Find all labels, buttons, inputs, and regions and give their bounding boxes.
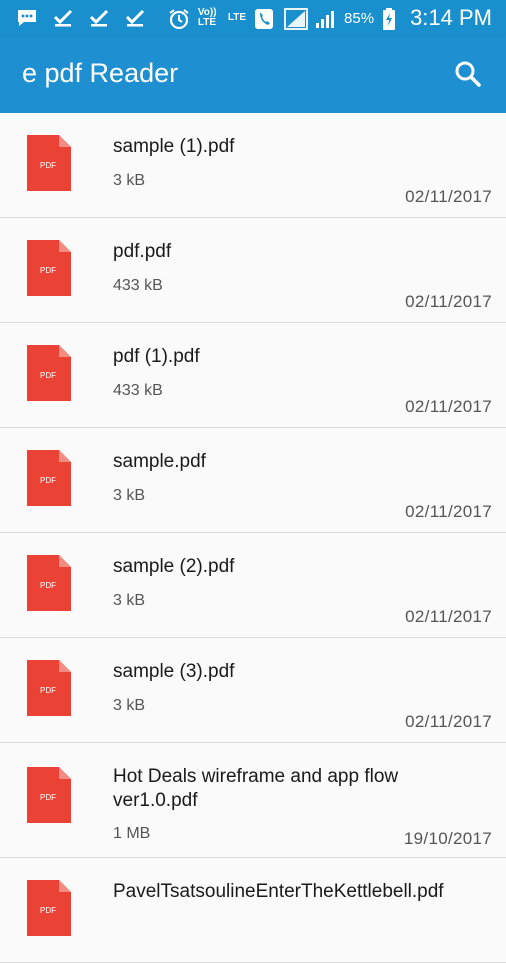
clock: 3:14 PM (410, 5, 492, 30)
app-bar: e pdf Reader (0, 36, 506, 113)
file-size: 433 kB (113, 277, 163, 294)
svg-text:PDF: PDF (40, 906, 56, 915)
svg-text:PDF: PDF (40, 161, 56, 170)
svg-text:PDF: PDF (40, 793, 56, 802)
file-name: sample (3).pdf (113, 661, 235, 682)
file-size: 433 kB (113, 382, 163, 399)
file-date: 02/11/2017 (405, 502, 492, 521)
svg-text:PDF: PDF (40, 686, 56, 695)
search-icon (455, 61, 481, 87)
volte-indicator: Vo)) LTE (197, 7, 217, 28)
file-size: 3 kB (113, 487, 146, 504)
file-list: PDF sample (1).pdf 3 kB 02/11/2017 PDF p… (0, 113, 506, 963)
file-item[interactable]: PDF sample (3).pdf 3 kB 02/11/2017 (0, 638, 506, 743)
download-done-icon (52, 8, 74, 28)
download-done-icon (88, 8, 110, 28)
pdf-file-icon: PDF (27, 767, 71, 823)
file-item[interactable]: PDF sample (2).pdf 3 kB 02/11/2017 (0, 533, 506, 638)
file-date: 02/11/2017 (405, 607, 492, 626)
pdf-file-icon: PDF (27, 450, 71, 506)
search-button[interactable] (452, 58, 484, 90)
file-name: pdf (1).pdf (113, 346, 200, 367)
pdf-file-icon: PDF (27, 660, 71, 716)
file-date: 02/11/2017 (405, 397, 492, 416)
pdf-file-icon: PDF (27, 345, 71, 401)
file-size: 3 kB (113, 172, 146, 189)
lte-indicator: LTE (227, 12, 247, 23)
file-name: sample (1).pdf (113, 136, 235, 157)
file-name: Hot Deals wireframe and app flow ver1.0.… (113, 766, 399, 811)
svg-text:PDF: PDF (40, 266, 56, 275)
svg-text:PDF: PDF (40, 371, 56, 380)
svg-text:PDF: PDF (40, 476, 56, 485)
message-icon (16, 8, 38, 28)
file-size: 3 kB (113, 697, 146, 714)
call-icon (254, 8, 276, 29)
file-item[interactable]: PDF pdf.pdf 433 kB 02/11/2017 (0, 218, 506, 323)
cell-signal-icon (314, 8, 336, 28)
file-size: 1 MB (113, 825, 151, 842)
file-date: 02/11/2017 (405, 187, 492, 206)
file-date: 02/11/2017 (405, 712, 492, 731)
pdf-file-icon: PDF (27, 880, 71, 936)
svg-text:PDF: PDF (40, 581, 56, 590)
file-size: 3 kB (113, 592, 146, 609)
wifi-signal-icon (284, 8, 308, 30)
file-item[interactable]: PDF PavelTsatsoulineEnterTheKettlebell.p… (0, 858, 506, 963)
file-date: 19/10/2017 (403, 829, 492, 848)
alarm-icon (168, 8, 190, 30)
file-name: pdf.pdf (113, 241, 172, 262)
file-item[interactable]: PDF sample.pdf 3 kB 02/11/2017 (0, 428, 506, 533)
file-name: sample.pdf (113, 451, 206, 472)
pdf-file-icon: PDF (27, 135, 71, 191)
file-name: sample (2).pdf (113, 556, 235, 577)
file-date: 02/11/2017 (405, 292, 492, 311)
status-bar: Vo)) LTE LTE 85% 3:14 PM (0, 0, 506, 36)
file-item[interactable]: PDF sample (1).pdf 3 kB 02/11/2017 (0, 113, 506, 218)
battery-charging-icon (382, 8, 396, 30)
file-name: PavelTsatsoulineEnterTheKettlebell.pdf (113, 881, 444, 902)
pdf-file-icon: PDF (27, 240, 71, 296)
battery-percent: 85% (344, 9, 375, 27)
file-item[interactable]: PDF Hot Deals wireframe and app flow ver… (0, 743, 506, 858)
file-item[interactable]: PDF pdf (1).pdf 433 kB 02/11/2017 (0, 323, 506, 428)
pdf-file-icon: PDF (27, 555, 71, 611)
app-title: e pdf Reader (22, 58, 179, 88)
download-done-icon (124, 8, 146, 28)
